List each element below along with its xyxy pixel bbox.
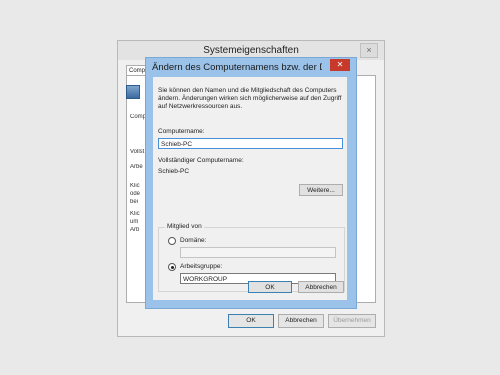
cancel-button[interactable]: Abbrechen bbox=[298, 281, 344, 293]
close-icon[interactable]: ✕ bbox=[330, 59, 350, 71]
domain-radio[interactable] bbox=[168, 237, 176, 245]
workgroup-radio[interactable] bbox=[168, 263, 176, 271]
bg-text-fragment: Klic bbox=[130, 211, 140, 217]
dialog-title: Ändern des Computernamens bzw. der D... bbox=[152, 62, 322, 73]
bg-text-fragment: Vollst bbox=[130, 149, 145, 155]
more-button[interactable]: Weitere... bbox=[299, 184, 343, 196]
dialog-body: Sie können den Namen und die Mitgliedsch… bbox=[153, 77, 347, 300]
computer-name-input[interactable]: Schieb-PC bbox=[158, 138, 343, 149]
bg-text-fragment: Arb bbox=[130, 227, 140, 233]
close-icon[interactable]: × bbox=[360, 43, 378, 58]
domain-input bbox=[180, 247, 336, 258]
bg-apply-button: Übernehmen bbox=[328, 314, 376, 328]
full-name-value: Schieb-PC bbox=[158, 168, 190, 175]
bg-text-fragment: Comp bbox=[130, 114, 146, 120]
full-name-label: Vollständiger Computername: bbox=[158, 157, 244, 164]
ok-button[interactable]: OK bbox=[248, 281, 292, 293]
bg-text-fragment: bei bbox=[130, 199, 139, 205]
intro-text: Sie können den Namen und die Mitgliedsch… bbox=[158, 87, 342, 110]
bg-ok-button[interactable]: OK bbox=[228, 314, 274, 328]
bg-text-fragment: Klic bbox=[130, 183, 140, 189]
change-computer-name-dialog: Ändern des Computernamens bzw. der D... … bbox=[145, 57, 357, 309]
computer-icon bbox=[126, 85, 140, 99]
domain-label: Domäne: bbox=[180, 237, 207, 244]
workgroup-label: Arbeitsgruppe: bbox=[180, 263, 223, 270]
bg-text-fragment: Arbe bbox=[130, 164, 143, 170]
member-of-label: Mitglied von bbox=[165, 223, 204, 230]
bg-cancel-button[interactable]: Abbrechen bbox=[278, 314, 324, 328]
computer-name-label: Computername: bbox=[158, 128, 205, 135]
bg-text-fragment: um bbox=[130, 219, 139, 225]
bg-text-fragment: ode bbox=[130, 191, 141, 197]
